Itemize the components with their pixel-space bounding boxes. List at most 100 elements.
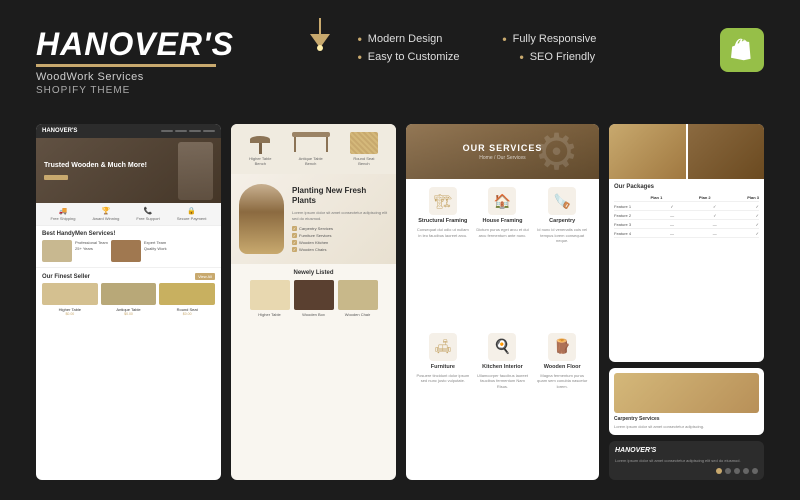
p3-hero-image: ⚙ OUR SERVICES Home / Our Services <box>406 124 599 179</box>
packages-table: Plan 1 Plan 2 Plan 3 Feature 1 ✓ ✓ ✓ Fea… <box>614 193 759 238</box>
checkbox-label: Furniture Services <box>299 233 331 238</box>
checkbox-item: ✓ Furniture Services <box>292 233 388 238</box>
furniture-icon: 🛋 <box>429 333 457 361</box>
p2-newly-title: Newely Listed <box>239 270 388 276</box>
character-image <box>239 184 284 254</box>
right-preview-image <box>614 373 759 413</box>
p2-hero-body: Lorem ipsum dolor sit amet consectetur a… <box>292 210 388 222</box>
service-desc: Ullamcorper faucibus laoreet faucibus fe… <box>476 373 530 390</box>
p1-service-text: Professional Team25+ Years <box>75 240 108 251</box>
service-item: 🪵 Wooden Floor Magna fermentum purus qua… <box>535 333 589 473</box>
p1-features-strip: 🚚 Free Shipping 🏆 Award Winning 📞 Free S… <box>36 203 221 226</box>
award-icon: 🏆 <box>102 207 111 215</box>
bullet-icon: • <box>502 32 506 46</box>
p2-newly-section: Newely Listed Higher Table Wooden Box Wo… <box>231 264 396 480</box>
packages-title: Our Packages <box>614 184 759 190</box>
product-label: Wooden Chair <box>345 312 371 317</box>
product-item: Wooden Box <box>294 280 334 317</box>
service-desc: Posuere tincidunt dolor ipsum sed nunc j… <box>416 373 470 384</box>
p2-furniture-item: Higher TableBench <box>249 136 271 166</box>
service-desc: Dictum purus eget arcu et dui arcu ferme… <box>476 227 530 238</box>
check-icon: ✓ <box>292 240 297 245</box>
p2-hero: Planting New Fresh Plants Lorem ipsum do… <box>231 174 396 264</box>
table-row: Feature 3 — — ✓ <box>614 220 759 229</box>
p1-feature-award: 🏆 Award Winning <box>93 207 120 221</box>
p1-services-row: Professional Team25+ Years Expert TeamQu… <box>42 240 215 262</box>
dot[interactable] <box>752 468 758 474</box>
product-label: Wooden Box <box>302 312 325 317</box>
p1-service-image <box>42 240 72 262</box>
service-name: Wooden Floor <box>544 364 581 370</box>
breadcrumb: Home / Our Services <box>463 155 543 161</box>
p1-feature-label: Free Support <box>136 216 159 221</box>
package-image-1 <box>609 124 686 179</box>
dot-active[interactable] <box>716 468 722 474</box>
features-section: • Modern Design • Fully Responsive • Eas… <box>358 32 597 64</box>
p2-checkboxes: ✓ Carpentry Services ✓ Furniture Service… <box>292 226 388 252</box>
p1-hero-button[interactable] <box>44 175 68 180</box>
preview-4: Our Packages Plan 1 Plan 2 Plan 3 Featur… <box>609 124 764 480</box>
product-image <box>294 280 334 310</box>
feature-label: SEO Friendly <box>530 51 595 63</box>
service-item: 🏠 House Framing Dictum purus eget arcu e… <box>476 187 530 327</box>
p1-feature-label: Free Shipping <box>51 216 76 221</box>
table-cell: ✓ <box>756 231 759 236</box>
lamp-icon <box>310 18 330 51</box>
p2-products-row: Higher Table Wooden Box Wooden Chair <box>239 280 388 317</box>
feature-modern-design: • Modern Design <box>358 32 443 46</box>
brand-subtitle: WoodWork Services <box>36 71 234 83</box>
p2-top: Higher TableBench Antique TableBench Rou… <box>231 124 396 174</box>
p4-pkg-images <box>609 124 764 179</box>
service-name: Kitchen Interior <box>482 364 523 370</box>
table-cell: ✓ <box>670 204 673 209</box>
service-name: Structural Framing <box>418 218 467 224</box>
product-image <box>250 280 290 310</box>
checkbox-item: ✓ Wooden Chairs <box>292 247 388 252</box>
service-item: 🪚 Carpentry Id nunc id venenatis cuis ve… <box>535 187 589 327</box>
dot[interactable] <box>743 468 749 474</box>
service-name: Carpentry <box>549 218 575 224</box>
p2-hero-text: Planting New Fresh Plants Lorem ipsum do… <box>292 186 388 253</box>
table-cell: ✓ <box>756 213 759 218</box>
service-item: 🏗 Structural Framing Consequat dui odio … <box>416 187 470 327</box>
footer-logo: HANOVER'S <box>615 447 758 454</box>
table-cell: Feature 3 <box>614 222 631 227</box>
p1-service-text: Expert TeamQuality Work <box>144 240 167 251</box>
p1-feature-label: Secure Payment <box>177 216 207 221</box>
p1-logo: HANOVER'S <box>42 128 77 134</box>
p1-feature-support: 📞 Free Support <box>136 207 159 221</box>
dot[interactable] <box>725 468 731 474</box>
p1-service-item: Professional Team25+ Years <box>42 240 108 262</box>
feature-label: Modern Design <box>368 33 443 45</box>
preview-2: Higher TableBench Antique TableBench Rou… <box>231 124 396 480</box>
table-cell: — <box>713 222 717 227</box>
p1-hero: Trusted Wooden & Much More! <box>36 138 221 203</box>
dot[interactable] <box>734 468 740 474</box>
p2-furniture-item: Antique TableBench <box>292 132 330 166</box>
table-cell: Feature 1 <box>614 204 631 209</box>
table-cell: — <box>670 231 674 236</box>
table-cell: ✓ <box>713 213 716 218</box>
table-cell: Feature 4 <box>614 231 631 236</box>
table-cell: — <box>713 231 717 236</box>
p1-products-title: Our Finest Seller <box>42 274 90 280</box>
brand-section: HANOVER'S WoodWork Services SHOPIFY THEM… <box>36 28 234 96</box>
service-desc: Id nunc id venenatis cuis vel tempus lor… <box>535 227 589 244</box>
product-price: $0.00 <box>124 312 133 316</box>
service-item: 🍳 Kitchen Interior Ullamcorper faucibus … <box>476 333 530 473</box>
product-label: Higher Table <box>258 312 280 317</box>
p1-header: HANOVER'S <box>36 124 221 138</box>
bullet-icon: • <box>358 50 362 64</box>
service-name: Furniture <box>431 364 455 370</box>
p1-view-all-button[interactable]: View All <box>195 273 215 280</box>
product-item: Higher Table <box>250 280 290 317</box>
structural-framing-icon: 🏗 <box>429 187 457 215</box>
service-desc: Magna fermentum purus quam sem conubia n… <box>535 373 589 390</box>
services-title: OUR SERVICES <box>463 143 543 153</box>
check-icon: ✓ <box>292 226 297 231</box>
p1-feature-shipping: 🚚 Free Shipping <box>51 207 76 221</box>
p1-services-section: Best HandyMen Services! Professional Tea… <box>36 226 221 268</box>
p3-services-grid: 🏗 Structural Framing Consequat dui odio … <box>406 179 599 480</box>
weave-image <box>350 132 378 154</box>
check-icon: ✓ <box>292 233 297 238</box>
